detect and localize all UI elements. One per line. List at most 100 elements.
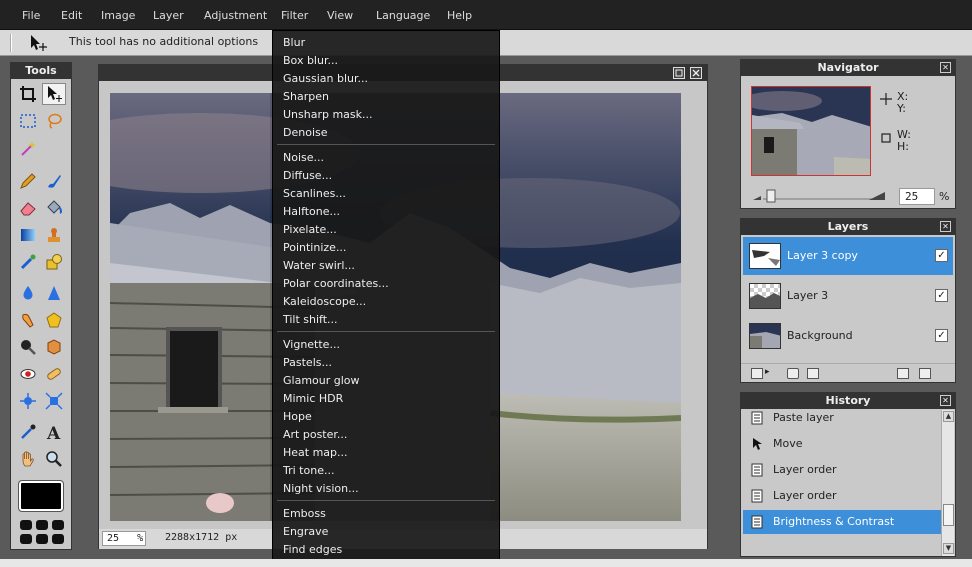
filter-pointinize[interactable]: Pointinize... (283, 241, 346, 254)
filter-hope[interactable]: Hope (283, 410, 312, 423)
filter-pastels[interactable]: Pastels... (283, 356, 332, 369)
close-icon[interactable] (690, 67, 702, 79)
navigator-zoom-slider[interactable] (751, 188, 891, 204)
layer-visibility-checkbox[interactable]: ✓ (935, 249, 948, 262)
history-item[interactable]: Brightness & Contrast (743, 510, 941, 534)
layer-settings-icon[interactable] (751, 368, 763, 379)
filter-diffuse[interactable]: Diffuse... (283, 169, 332, 182)
fill-icon[interactable] (42, 197, 66, 219)
blur-icon[interactable] (16, 282, 40, 304)
filter-find-edges[interactable]: Find edges (283, 543, 342, 556)
crop-icon[interactable] (16, 83, 40, 105)
new-layer-icon[interactable] (897, 368, 909, 379)
burn-icon[interactable] (42, 336, 66, 358)
magic-wand-icon[interactable] (16, 137, 40, 159)
filter-blur[interactable]: Blur (283, 36, 305, 49)
zoom-icon[interactable] (42, 448, 66, 470)
filter-water-swirl[interactable]: Water swirl... (283, 259, 355, 272)
filter-vignette[interactable]: Vignette... (283, 338, 340, 351)
filter-tri-tone[interactable]: Tri tone... (283, 464, 334, 477)
filter-emboss[interactable]: Emboss (283, 507, 326, 520)
filter-scanlines[interactable]: Scanlines... (283, 187, 346, 200)
navigator-preview (752, 87, 870, 175)
menu-filter[interactable]: Filter (281, 9, 308, 22)
tools-panel: Tools A (10, 62, 72, 550)
layers-close-icon[interactable]: ✕ (940, 221, 951, 232)
delete-layer-icon[interactable] (919, 368, 931, 379)
pinch-icon[interactable] (42, 390, 66, 412)
colorreplace-icon[interactable] (16, 251, 40, 273)
grid-icon[interactable] (19, 519, 65, 545)
filter-engrave[interactable]: Engrave (283, 525, 328, 538)
menu-separator (277, 144, 495, 145)
brush-icon[interactable] (42, 170, 66, 192)
filter-halftone[interactable]: Halftone... (283, 205, 340, 218)
filter-pixelate[interactable]: Pixelate... (283, 223, 337, 236)
history-item[interactable]: Move (743, 432, 941, 456)
sponge-icon[interactable] (42, 309, 66, 331)
scroll-up-icon[interactable]: ▲ (943, 411, 954, 422)
filter-kaleidoscope[interactable]: Kaleidoscope... (283, 295, 366, 308)
navigator-thumbnail[interactable] (751, 86, 871, 176)
redeye-icon[interactable] (16, 363, 40, 385)
smudge-icon[interactable] (16, 309, 40, 331)
filter-box-blur[interactable]: Box blur... (283, 54, 338, 67)
navigator-close-icon[interactable]: ✕ (940, 62, 951, 73)
filter-art-poster[interactable]: Art poster... (283, 428, 347, 441)
filter-night-vision[interactable]: Night vision... (283, 482, 359, 495)
menu-adjustment[interactable]: Adjustment (204, 9, 267, 22)
filter-noise[interactable]: Noise... (283, 151, 324, 164)
menu-view[interactable]: View (327, 9, 353, 22)
history-item[interactable]: Paste layer (743, 406, 941, 430)
shape-icon[interactable] (42, 251, 66, 273)
history-scroll-thumb[interactable] (943, 504, 954, 526)
hand-icon[interactable] (16, 448, 40, 470)
filter-denoise[interactable]: Denoise (283, 126, 328, 139)
layer-row[interactable]: Layer 3 copy ✓ (743, 237, 953, 275)
history-scrollbar[interactable]: ▲ ▼ (941, 410, 954, 556)
layer-row[interactable]: Layer 3 ✓ (743, 277, 953, 315)
filter-tilt-shift[interactable]: Tilt shift... (283, 313, 338, 326)
filter-unsharp-mask[interactable]: Unsharp mask... (283, 108, 373, 121)
type-icon[interactable]: A (42, 421, 66, 443)
menu-help[interactable]: Help (447, 9, 472, 22)
filter-glamour-glow[interactable]: Glamour glow (283, 374, 360, 387)
menu-image[interactable]: Image (101, 9, 135, 22)
gradient-icon[interactable] (16, 224, 40, 246)
move-icon[interactable] (42, 83, 66, 105)
filter-heat-map[interactable]: Heat map... (283, 446, 348, 459)
menu-edit[interactable]: Edit (61, 9, 82, 22)
bloat-icon[interactable] (16, 390, 40, 412)
spotheal-icon[interactable] (42, 363, 66, 385)
layer-visibility-checkbox[interactable]: ✓ (935, 289, 948, 302)
sharpen-icon[interactable] (42, 282, 66, 304)
layer-settings-arrow-icon[interactable]: ▸ (765, 367, 770, 377)
menu-file[interactable]: File (22, 9, 40, 22)
canvas-dimensions: 2288x1712 px (165, 532, 238, 543)
layer-mask-icon[interactable] (787, 368, 799, 379)
layer-row[interactable]: Background ✓ (743, 317, 953, 355)
maximize-icon[interactable] (673, 67, 685, 79)
menu-language[interactable]: Language (376, 9, 430, 22)
filter-gaussian-blur[interactable]: Gaussian blur... (283, 72, 368, 85)
stamp-icon[interactable] (42, 224, 66, 246)
menu-layer[interactable]: Layer (153, 9, 184, 22)
scroll-down-icon[interactable]: ▼ (943, 543, 954, 554)
marquee-icon[interactable] (16, 110, 40, 132)
foreground-color-swatch[interactable] (18, 480, 64, 512)
lasso-icon[interactable] (42, 110, 66, 132)
filter-polar-coordinates[interactable]: Polar coordinates... (283, 277, 389, 290)
history-close-icon[interactable]: ✕ (940, 395, 951, 406)
picker-icon[interactable] (16, 421, 40, 443)
pencil-icon[interactable] (16, 170, 40, 192)
dodge-icon[interactable] (16, 336, 40, 358)
layer-visibility-checkbox[interactable]: ✓ (935, 329, 948, 342)
filter-sharpen[interactable]: Sharpen (283, 90, 329, 103)
filter-mimic-hdr[interactable]: Mimic HDR (283, 392, 343, 405)
history-item[interactable]: Layer order (743, 458, 941, 482)
layer-effects-icon[interactable] (807, 368, 819, 379)
navigator-zoom-field[interactable]: 25 (899, 188, 935, 205)
eraser-icon[interactable] (16, 197, 40, 219)
history-item[interactable]: Layer order (743, 484, 941, 508)
canvas-zoom-field[interactable]: 25 % (102, 531, 146, 546)
